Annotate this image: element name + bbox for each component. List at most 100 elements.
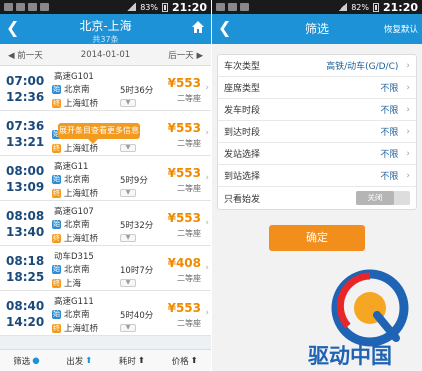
chevron-right-icon: › — [406, 126, 410, 137]
next-day-button[interactable]: 后一天 ▶ — [168, 49, 203, 61]
current-date[interactable]: 2014-01-01 — [81, 50, 130, 60]
notification-icon — [28, 3, 37, 11]
header: ❮ 北京-上海 共37条 — [0, 14, 211, 44]
depart-time: 07:00 — [6, 74, 45, 88]
sort-depart-button[interactable]: 出发 ⬆ — [66, 355, 92, 367]
seat-class: 二等座 — [177, 139, 201, 148]
arrive-time: 12:36 — [6, 90, 45, 104]
filter-label: 发站选择 — [224, 150, 261, 160]
train-code: G101 — [71, 72, 94, 82]
chevron-right-icon: › — [406, 148, 410, 159]
sort-duration-label: 耗时 — [118, 356, 136, 367]
price: ¥553 — [167, 166, 201, 180]
battery-icon — [161, 2, 168, 12]
depart-time: 08:00 — [6, 164, 45, 178]
only-origin-label: 只看始发 — [224, 194, 261, 205]
date-bar: ◀ 前一天 2014-01-01 后一天 ▶ — [0, 44, 211, 66]
sort-depart-label: 出发 — [66, 356, 84, 367]
seat-class: 二等座 — [177, 319, 201, 328]
filter-label: 到站选择 — [224, 172, 261, 182]
price: ¥553 — [167, 121, 201, 135]
notification-icons — [4, 3, 49, 11]
from-station: 始北京南 — [52, 263, 90, 275]
confirm-button[interactable]: 确定 — [269, 225, 365, 251]
only-origin-row: 只看始发 关闭 — [218, 187, 416, 209]
train-row[interactable]: 08:00 13:09 高速G11 始北京南终上海虹桥 5时9分 ▼ ¥553 二等座 › — [0, 156, 211, 201]
arrow-up-icon: ⬆ — [85, 355, 93, 366]
train-type: 高速 — [54, 207, 72, 217]
seat-class: 二等座 — [177, 94, 201, 103]
to-station: 终上海 — [52, 277, 81, 289]
filter-value: 高铁/动车(G/D/C) — [326, 62, 399, 72]
filter-row[interactable]: 发站选择 不限 › — [218, 143, 416, 165]
seat-class: 二等座 — [177, 229, 201, 238]
train-number: 动车D315 — [54, 250, 94, 262]
train-type: 高速 — [54, 162, 72, 172]
status-bar: 82% 21:20 — [212, 0, 422, 14]
train-number: 高速G107 — [54, 205, 94, 217]
chevron-right-icon: › — [205, 83, 209, 93]
end-station-icon: 终 — [52, 188, 61, 198]
seat-class: 二等座 — [177, 184, 201, 193]
arrow-up-icon: ⬆ — [137, 355, 146, 366]
back-icon[interactable]: ❮ — [6, 20, 19, 36]
filter-label: 筛选 — [13, 356, 31, 367]
duration: 5时9分 — [120, 176, 148, 186]
notification-icons — [216, 3, 249, 11]
back-icon[interactable]: ❮ — [218, 20, 231, 36]
filter-row[interactable]: 到站选择 不限 › — [218, 165, 416, 187]
toggle-off-label: 关闭 — [356, 191, 394, 205]
reset-default-button[interactable]: 恢复默认 — [384, 23, 418, 35]
from-station: 始北京南 — [52, 173, 90, 185]
to-station-name: 上海虹桥 — [64, 99, 99, 109]
status-bar: 83% 21:20 — [0, 0, 211, 14]
filter-value: 不限 — [380, 106, 399, 116]
filter-row[interactable]: 座席类型 不限 › — [218, 77, 416, 99]
filter-label: 车次类型 — [224, 62, 261, 72]
train-row[interactable]: 08:08 13:40 高速G107 始北京南终上海虹桥 5时32分 ▼ ¥553 二等座 › — [0, 201, 211, 246]
prev-day-button[interactable]: ◀ 前一天 — [8, 49, 43, 61]
expand-chevron-icon[interactable]: ▼ — [120, 144, 136, 152]
notification-icon — [216, 3, 225, 11]
only-origin-toggle[interactable]: 关闭 — [356, 191, 410, 205]
route-title: 北京-上海 — [79, 19, 132, 33]
chevron-right-icon: › — [406, 60, 410, 71]
arrow-up-icon: ⬆ — [190, 355, 198, 366]
filter-button[interactable]: 筛选 ● — [13, 355, 39, 367]
filter-row[interactable]: 车次类型 高铁/动车(G/D/C) › — [218, 55, 416, 77]
notification-icon — [228, 3, 237, 11]
expand-chevron-icon[interactable]: ▼ — [120, 99, 136, 107]
end-station-icon: 终 — [52, 323, 61, 333]
train-row[interactable]: 08:18 18:25 动车D315 始北京南终上海 10时7分 ▼ ¥408 二等座 › — [0, 246, 211, 291]
expand-chevron-icon[interactable]: ▼ — [120, 234, 136, 242]
train-row[interactable]: 07:00 12:36 高速G101 始北京南终上海虹桥 5时36分 ▼ ¥553 二等座 › — [0, 66, 211, 111]
train-row[interactable]: 08:40 14:20 高速G111 始北京南终上海虹桥 5时40分 ▼ ¥553 二等座 › — [0, 291, 211, 336]
filter-label: 座席类型 — [224, 84, 261, 94]
price: ¥553 — [167, 211, 201, 225]
chevron-right-icon: › — [205, 173, 209, 183]
end-station-icon: 终 — [52, 233, 61, 243]
expand-chevron-icon[interactable]: ▼ — [120, 279, 136, 287]
brand-logo — [331, 269, 409, 347]
to-station-name: 上海虹桥 — [64, 234, 99, 244]
filter-value: 不限 — [380, 150, 399, 160]
from-station-name: 北京南 — [64, 310, 90, 320]
notification-icon — [16, 3, 25, 11]
result-count: 共37条 — [92, 35, 119, 44]
train-list: 07:00 12:36 高速G101 始北京南终上海虹桥 5时36分 ▼ ¥553 二等座 › 0… — [0, 66, 211, 336]
expand-chevron-icon[interactable]: ▼ — [120, 189, 136, 197]
filter-icon: ● — [32, 355, 40, 366]
sort-price-button[interactable]: 价格 ⬆ — [172, 355, 198, 367]
filter-label: 发车时段 — [224, 106, 261, 116]
depart-time: 08:08 — [6, 209, 45, 223]
from-station-name: 北京南 — [64, 220, 90, 230]
filter-row[interactable]: 发车时段 不限 › — [218, 99, 416, 121]
start-station-icon: 始 — [52, 84, 61, 94]
duration: 5时32分 — [120, 221, 154, 231]
filter-row[interactable]: 到达时段 不限 › — [218, 121, 416, 143]
expand-chevron-icon[interactable]: ▼ — [120, 324, 136, 332]
sort-duration-button[interactable]: 耗时 ⬆ — [119, 355, 145, 367]
home-icon[interactable] — [191, 20, 205, 34]
to-station: 终上海虹桥 — [52, 187, 98, 199]
sort-bar: 筛选 ● 出发 ⬆ 耗时 ⬆ 价格 ⬆ — [0, 349, 211, 371]
